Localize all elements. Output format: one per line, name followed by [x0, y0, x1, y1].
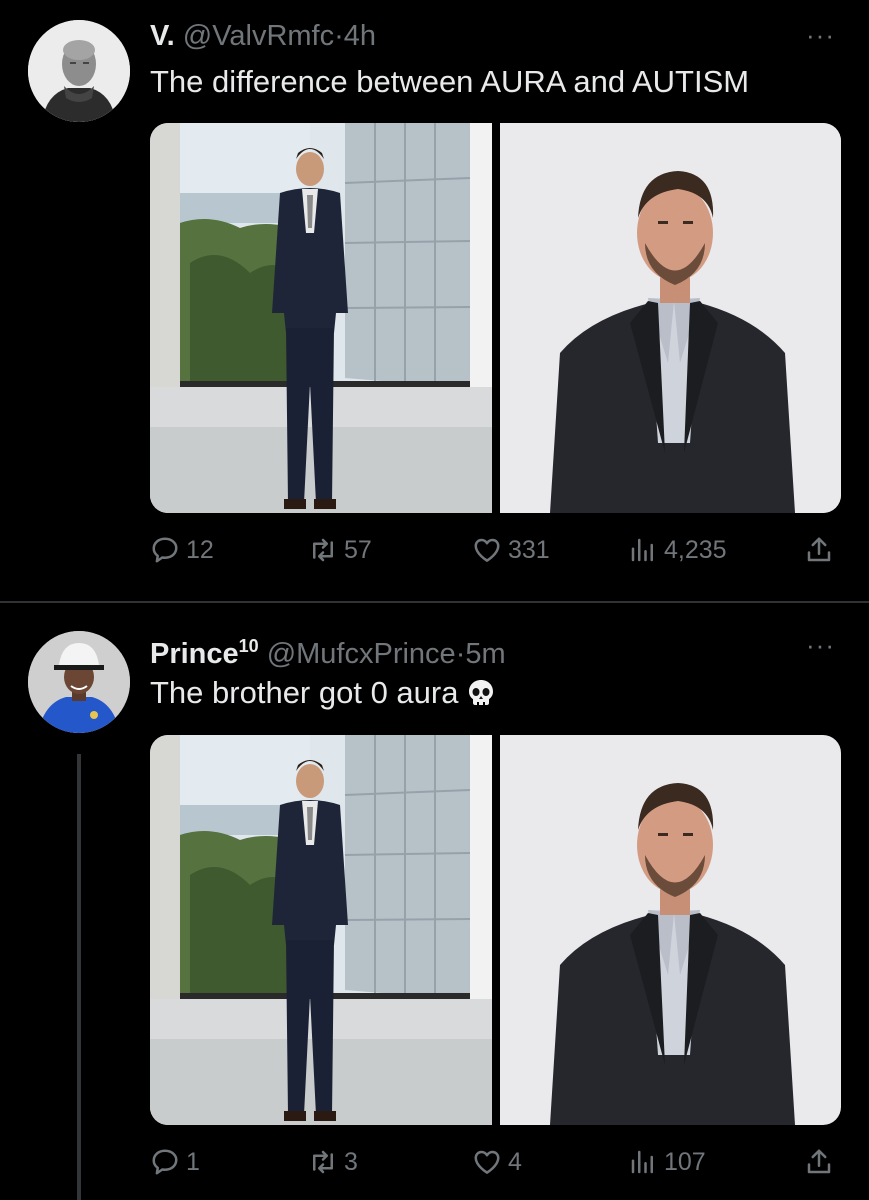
like-count: 4	[508, 1147, 522, 1176]
like-icon	[474, 1150, 500, 1174]
tweet-text: The difference between AURA and AUTISM	[150, 64, 750, 99]
reply-icon	[152, 1149, 178, 1175]
views-icon	[631, 1150, 653, 1174]
reply-count: 1	[186, 1147, 200, 1176]
like-count: 331	[508, 535, 550, 564]
retweet-count: 3	[344, 1147, 358, 1176]
tweet-text: The brother got 0 aura	[150, 673, 496, 713]
tweet-text-body: The brother got 0 aura	[150, 675, 459, 710]
display-name[interactable]: Prince10	[150, 636, 259, 670]
skull-emoji	[469, 680, 494, 705]
media-grid[interactable]	[150, 123, 841, 513]
retweet-icon	[313, 538, 333, 562]
like-button[interactable]: 331	[472, 530, 550, 570]
separator-dot: ·	[455, 638, 466, 670]
share-button[interactable]	[804, 1142, 834, 1182]
separator-dot: ·	[334, 20, 344, 52]
view-count: 4,235	[664, 535, 727, 564]
media-photo-suit-plain[interactable]	[500, 735, 841, 1125]
display-name[interactable]: V.	[150, 20, 175, 52]
media-grid[interactable]	[150, 735, 841, 1125]
media-photo-suit-plain[interactable]	[500, 123, 841, 513]
tweet-header: V. @ValvRmfc·4h	[150, 18, 376, 54]
views-button[interactable]: 4,235	[628, 530, 727, 570]
user-handle[interactable]: @MufcxPrince	[267, 638, 456, 670]
like-button[interactable]: 4	[472, 1142, 522, 1182]
retweet-icon	[313, 1150, 333, 1174]
retweet-button[interactable]: 3	[308, 1142, 358, 1182]
view-count: 107	[664, 1147, 706, 1176]
retweet-button[interactable]: 57	[308, 530, 372, 570]
share-icon	[807, 537, 831, 562]
media-photo-suit-building[interactable]	[150, 123, 492, 513]
avatar[interactable]	[28, 631, 130, 733]
tweet-quote[interactable]: Prince10 @MufcxPrince·5m ··· The brother …	[0, 604, 869, 1200]
reply-button[interactable]: 12	[150, 530, 214, 570]
reply-count: 12	[186, 535, 214, 564]
tweet-divider	[0, 601, 869, 603]
media-photo-suit-building[interactable]	[150, 735, 492, 1125]
reply-button[interactable]: 1	[150, 1142, 200, 1182]
ellipsis-icon[interactable]: ···	[806, 630, 835, 661]
views-button[interactable]: 107	[628, 1142, 706, 1182]
action-bar: 1 3 4 107	[150, 1142, 840, 1182]
display-name-text: Prince	[150, 638, 239, 670]
timestamp[interactable]: 4h	[344, 20, 376, 52]
share-button[interactable]	[804, 530, 834, 570]
ellipsis-icon[interactable]: ···	[806, 20, 835, 51]
user-handle[interactable]: @ValvRmfc	[183, 20, 334, 52]
tweet-header: Prince10 @MufcxPrince·5m	[150, 628, 506, 672]
action-bar: 12 57 331 4,235	[150, 530, 840, 570]
display-name-superscript: 10	[238, 636, 259, 656]
share-icon	[807, 1149, 831, 1174]
views-icon	[631, 538, 653, 562]
timestamp[interactable]: 5m	[465, 638, 505, 670]
reply-icon	[152, 537, 178, 563]
thread-line	[77, 754, 81, 1200]
like-icon	[474, 538, 500, 562]
tweet-original[interactable]: V. @ValvRmfc·4h ··· The difference betwee…	[0, 0, 869, 600]
retweet-count: 57	[344, 535, 372, 564]
avatar[interactable]	[28, 20, 130, 122]
